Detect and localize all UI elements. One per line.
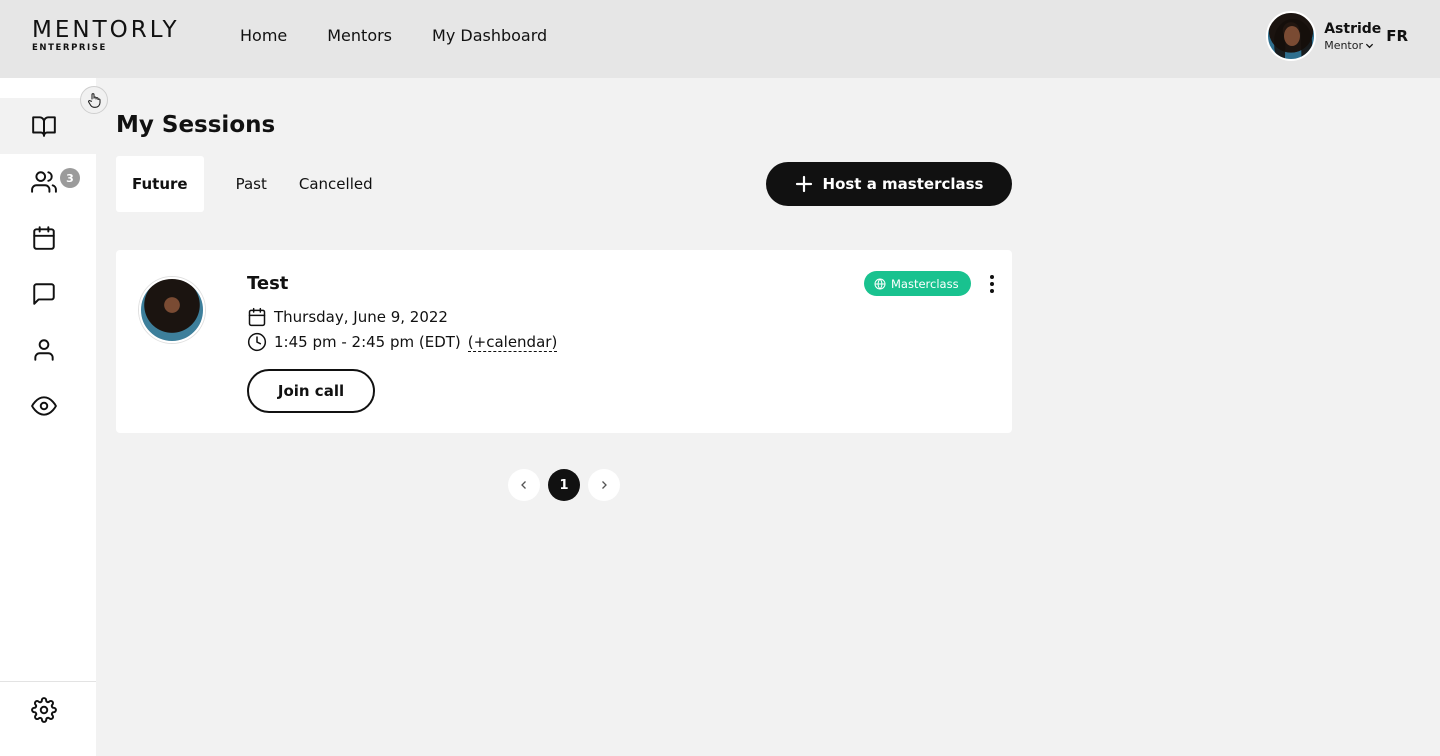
cursor-hand-icon (80, 86, 108, 114)
nav-dashboard-link[interactable]: My Dashboard (432, 26, 547, 46)
gear-icon (31, 697, 57, 723)
users-icon (31, 171, 57, 193)
clock-icon (247, 332, 267, 352)
sidebar: 3 (0, 78, 96, 756)
prev-page-button[interactable] (508, 469, 540, 501)
user-role-label: Mentor (1324, 38, 1363, 52)
tab-future[interactable]: Future (116, 156, 204, 212)
logo-text: MENTORLY (32, 17, 180, 43)
host-masterclass-button[interactable]: Host a masterclass (766, 162, 1012, 206)
globe-icon (874, 278, 886, 289)
session-tabs: Future Past Cancelled (116, 156, 389, 212)
session-date-row: Thursday, June 9, 2022 (247, 307, 448, 327)
user-menu[interactable]: Astride Mentor FR (1266, 11, 1408, 61)
eye-icon (31, 396, 57, 416)
session-title: Test (247, 273, 289, 294)
notification-badge: 3 (60, 168, 80, 188)
user-role: Mentor (1324, 38, 1380, 53)
chevron-left-icon (521, 481, 526, 489)
page-title: My Sessions (116, 112, 276, 138)
user-info[interactable]: Astride Mentor (1324, 20, 1382, 53)
mentorly-logo[interactable]: MENTORLY ENTERPRISE (32, 18, 180, 53)
join-call-button[interactable]: Join call (247, 369, 375, 413)
pagination: 1 (508, 469, 620, 501)
chevron-right-icon (602, 481, 607, 489)
session-time-row: 1:45 pm - 2:45 pm (EDT) (+calendar) (247, 332, 558, 352)
user-avatar[interactable] (1266, 11, 1317, 61)
user-icon (34, 339, 54, 361)
sidebar-item-preview[interactable] (0, 378, 96, 434)
mentee-avatar[interactable] (139, 277, 205, 343)
user-name: Astride (1324, 20, 1382, 37)
sidebar-item-messages[interactable] (0, 266, 96, 322)
more-options-icon[interactable] (982, 272, 1002, 296)
top-header: MENTORLY ENTERPRISE Home Mentors My Dash… (0, 0, 1440, 78)
nav-mentors-link[interactable]: Mentors (327, 26, 392, 46)
tab-past[interactable]: Past (204, 156, 299, 212)
calendar-icon (248, 307, 266, 327)
masterclass-tag-label: Masterclass (891, 276, 959, 291)
message-icon (33, 283, 55, 305)
sidebar-item-calendar[interactable] (0, 210, 96, 266)
book-open-icon (32, 116, 56, 137)
language-switch[interactable]: FR (1386, 27, 1408, 45)
host-masterclass-label: Host a masterclass (822, 175, 984, 193)
nav-home-link[interactable]: Home (240, 26, 287, 46)
main-nav: Home Mentors My Dashboard (240, 26, 547, 46)
add-to-calendar-link[interactable]: (+calendar) (467, 333, 558, 352)
masterclass-tag: Masterclass (864, 271, 971, 296)
sidebar-item-settings[interactable] (0, 682, 96, 738)
sidebar-item-profile[interactable] (0, 322, 96, 378)
logo-subtext: ENTERPRISE (32, 43, 107, 53)
next-page-button[interactable] (588, 469, 620, 501)
session-date: Thursday, June 9, 2022 (274, 308, 448, 326)
session-time: 1:45 pm - 2:45 pm (EDT) (274, 333, 461, 351)
chevron-down-icon (1365, 43, 1374, 48)
plus-icon (795, 175, 812, 193)
session-card: Test Thursday, June 9, 2022 1:45 pm - 2:… (116, 250, 1012, 433)
page-button-current[interactable]: 1 (548, 469, 580, 501)
tab-cancelled[interactable]: Cancelled (299, 156, 389, 212)
calendar-icon (33, 226, 55, 250)
sidebar-item-mentees[interactable]: 3 (0, 154, 96, 210)
